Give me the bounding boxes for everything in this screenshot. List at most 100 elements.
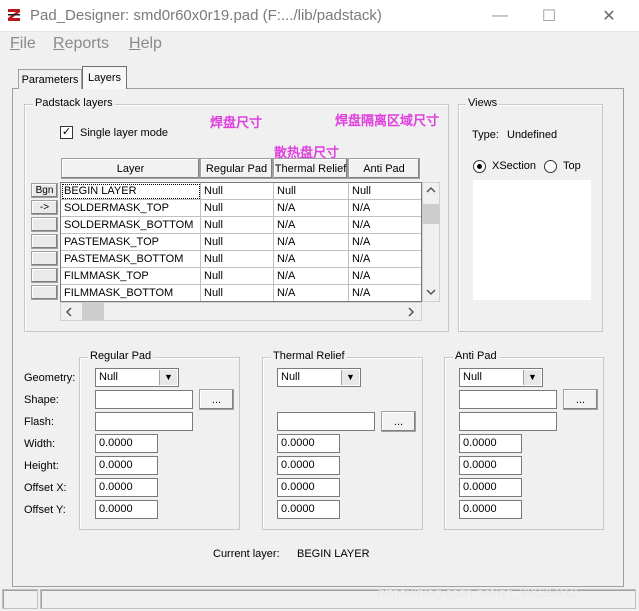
horizontal-scroll-thumb[interactable] xyxy=(82,303,104,320)
regular-pad-geometry-select[interactable]: Null ▼ xyxy=(95,368,179,387)
window-title: Pad_Designer: smd0r60x0r19.pad (F:.../li… xyxy=(30,7,382,24)
table-row[interactable]: BEGIN LAYER Null Null Null xyxy=(61,183,421,200)
table-row[interactable]: FILMMASK_TOP Null N/A N/A xyxy=(61,268,421,285)
anti-pad-shape-input[interactable] xyxy=(459,390,557,409)
tab-parameters[interactable]: Parameters xyxy=(18,69,82,89)
regular-pad-offset-x-input[interactable]: 0.0000 xyxy=(95,478,158,497)
chevron-down-icon[interactable]: ▼ xyxy=(523,370,541,385)
cell-thermal-relief[interactable]: N/A xyxy=(274,234,349,251)
single-layer-mode-checkbox[interactable]: ✓ xyxy=(60,126,73,139)
horizontal-scrollbar[interactable] xyxy=(60,302,422,321)
scroll-right-arrow-icon[interactable] xyxy=(407,307,415,320)
cell-thermal-relief[interactable]: N/A xyxy=(274,200,349,217)
row-selector[interactable] xyxy=(31,251,58,266)
cell-anti-pad[interactable]: Null xyxy=(349,183,421,200)
cell-layer[interactable]: SOLDERMASK_BOTTOM xyxy=(61,217,201,234)
cell-regular-pad[interactable]: Null xyxy=(201,251,274,268)
xsection-radio[interactable] xyxy=(473,160,486,173)
maximize-button[interactable]: ☐ xyxy=(526,0,572,32)
regular-pad-geometry-value: Null xyxy=(99,371,118,383)
thermal-relief-flash-input[interactable] xyxy=(277,412,375,431)
anti-pad-shape-browse-button[interactable]: ... xyxy=(563,389,598,410)
thermal-relief-offset-x-input[interactable]: 0.0000 xyxy=(277,478,340,497)
anti-pad-height-input[interactable]: 0.0000 xyxy=(459,456,522,475)
regular-pad-offset-y-input[interactable]: 0.0000 xyxy=(95,500,158,519)
cell-thermal-relief[interactable]: N/A xyxy=(274,251,349,268)
cell-anti-pad[interactable]: N/A xyxy=(349,251,421,268)
thermal-relief-width-input[interactable]: 0.0000 xyxy=(277,434,340,453)
cell-thermal-relief[interactable]: Null xyxy=(274,183,349,200)
cell-regular-pad[interactable]: Null xyxy=(201,217,274,234)
column-header-layer[interactable]: Layer xyxy=(61,158,200,179)
thermal-relief-flash-browse-button[interactable]: ... xyxy=(381,411,416,432)
menu-help-label: elp xyxy=(140,35,162,52)
row-selector-current[interactable]: -> xyxy=(31,200,58,215)
column-header-anti-pad[interactable]: Anti Pad xyxy=(348,158,420,179)
chevron-down-icon[interactable]: ▼ xyxy=(159,370,177,385)
bgn-button[interactable]: Bgn xyxy=(31,183,58,198)
anti-pad-geometry-value: Null xyxy=(463,371,482,383)
thermal-relief-geometry-select[interactable]: Null ▼ xyxy=(277,368,361,387)
regular-pad-shape-input[interactable] xyxy=(95,390,193,409)
cell-anti-pad[interactable]: N/A xyxy=(349,285,421,301)
table-row[interactable]: PASTEMASK_BOTTOM Null N/A N/A xyxy=(61,251,421,268)
row-selector[interactable] xyxy=(31,285,58,300)
column-header-thermal-relief[interactable]: Thermal Relief xyxy=(273,158,348,179)
cell-anti-pad[interactable]: N/A xyxy=(349,234,421,251)
current-layer-label: Current layer: xyxy=(213,548,280,560)
cell-layer[interactable]: FILMMASK_BOTTOM xyxy=(61,285,201,301)
close-button[interactable]: ✕ xyxy=(586,0,632,32)
cell-anti-pad[interactable]: N/A xyxy=(349,200,421,217)
cell-layer[interactable]: FILMMASK_TOP xyxy=(61,268,201,285)
cell-thermal-relief[interactable]: N/A xyxy=(274,268,349,285)
cell-layer[interactable]: SOLDERMASK_TOP xyxy=(61,200,201,217)
anti-pad-geometry-select[interactable]: Null ▼ xyxy=(459,368,543,387)
cell-regular-pad[interactable]: Null xyxy=(201,285,274,301)
anti-pad-width-input[interactable]: 0.0000 xyxy=(459,434,522,453)
thermal-relief-offset-y-input[interactable]: 0.0000 xyxy=(277,500,340,519)
regular-pad-shape-browse-button[interactable]: ... xyxy=(199,389,234,410)
menu-file[interactable]: File xyxy=(10,35,36,53)
current-layer-value: BEGIN LAYER xyxy=(297,548,370,560)
cell-regular-pad[interactable]: Null xyxy=(201,268,274,285)
table-row[interactable]: FILMMASK_BOTTOM Null N/A N/A xyxy=(61,285,421,301)
cell-regular-pad[interactable]: Null xyxy=(201,200,274,217)
row-selector[interactable] xyxy=(31,268,58,283)
table-row[interactable]: PASTEMASK_TOP Null N/A N/A xyxy=(61,234,421,251)
vertical-scrollbar[interactable] xyxy=(422,182,440,302)
regular-pad-height-input[interactable]: 0.0000 xyxy=(95,456,158,475)
cell-layer[interactable]: PASTEMASK_TOP xyxy=(61,234,201,251)
cell-regular-pad[interactable]: Null xyxy=(201,183,274,200)
menu-help[interactable]: Help xyxy=(129,35,162,53)
scroll-left-arrow-icon[interactable] xyxy=(65,307,73,320)
layers-grid[interactable]: BEGIN LAYER Null Null Null SOLDERMASK_TO… xyxy=(60,182,422,302)
table-row[interactable]: SOLDERMASK_TOP Null N/A N/A xyxy=(61,200,421,217)
menu-reports[interactable]: Reports xyxy=(53,35,109,53)
top-radio[interactable] xyxy=(544,160,557,173)
menu-reports-label: eports xyxy=(64,35,110,52)
tab-layers[interactable]: Layers xyxy=(82,66,127,89)
column-header-regular-pad[interactable]: Regular Pad xyxy=(200,158,273,179)
row-selector[interactable] xyxy=(31,234,58,249)
cell-thermal-relief[interactable]: N/A xyxy=(274,217,349,234)
anti-pad-offset-y-input[interactable]: 0.0000 xyxy=(459,500,522,519)
anti-pad-offset-x-input[interactable]: 0.0000 xyxy=(459,478,522,497)
cell-anti-pad[interactable]: N/A xyxy=(349,268,421,285)
row-selector[interactable] xyxy=(31,217,58,232)
regular-pad-flash-input[interactable] xyxy=(95,412,193,431)
cell-layer[interactable]: BEGIN LAYER xyxy=(61,183,201,200)
anti-pad-flash-input[interactable] xyxy=(459,412,557,431)
scroll-up-arrow-icon[interactable] xyxy=(426,185,436,197)
thermal-relief-height-input[interactable]: 0.0000 xyxy=(277,456,340,475)
chevron-down-icon[interactable]: ▼ xyxy=(341,370,359,385)
regular-pad-width-input[interactable]: 0.0000 xyxy=(95,434,158,453)
cell-regular-pad[interactable]: Null xyxy=(201,234,274,251)
scroll-down-arrow-icon[interactable] xyxy=(426,287,436,299)
table-row[interactable]: SOLDERMASK_BOTTOM Null N/A N/A xyxy=(61,217,421,234)
width-label: Width: xyxy=(24,438,56,450)
cell-thermal-relief[interactable]: N/A xyxy=(274,285,349,301)
vertical-scroll-thumb[interactable] xyxy=(423,204,439,224)
cell-layer[interactable]: PASTEMASK_BOTTOM xyxy=(61,251,201,268)
minimize-button[interactable]: — xyxy=(477,0,523,32)
cell-anti-pad[interactable]: N/A xyxy=(349,217,421,234)
